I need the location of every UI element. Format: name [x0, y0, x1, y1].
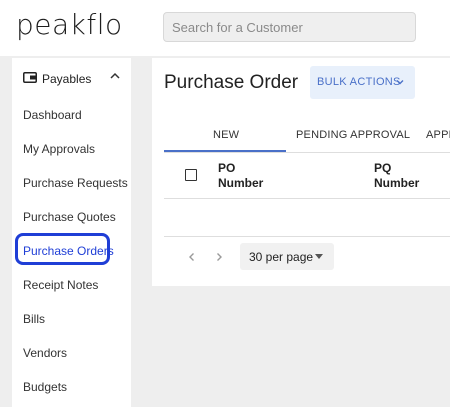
- previous-page-icon[interactable]: [185, 250, 199, 264]
- search-input[interactable]: [164, 13, 431, 41]
- column-header-pq-number[interactable]: PQ Number: [374, 161, 419, 191]
- per-page-value: 30 per page: [249, 250, 314, 264]
- page-title: Purchase Order: [164, 72, 299, 93]
- tab-new[interactable]: NEW: [213, 129, 239, 141]
- sidebar-item-budgets[interactable]: Budgets: [23, 380, 67, 394]
- sidebar-item-receipt-notes[interactable]: Receipt Notes: [23, 278, 98, 292]
- sidebar-item-my-approvals[interactable]: My Approvals: [23, 142, 95, 156]
- next-page-icon[interactable]: [212, 250, 226, 264]
- column-header-label: PQ: [374, 161, 392, 175]
- select-all-checkbox[interactable]: [185, 169, 197, 181]
- per-page-select[interactable]: 30 per page: [240, 243, 334, 270]
- column-header-label: Number: [374, 176, 420, 190]
- sidebar-section-label: Payables: [42, 72, 92, 86]
- chevron-down-icon: [396, 80, 404, 85]
- column-header-label: PO: [218, 161, 236, 175]
- active-tab-indicator: [164, 150, 286, 152]
- bulk-actions-button[interactable]: BULK ACTIONS: [310, 66, 415, 99]
- table-header: PO Number PQ Number: [164, 154, 450, 199]
- column-header-label: Number: [218, 176, 264, 190]
- top-bar: peakflo: [0, 0, 450, 56]
- sidebar: Payables Dashboard My Approvals Purchase…: [12, 58, 131, 407]
- caret-down-icon: [315, 254, 323, 259]
- sidebar-item-vendors[interactable]: Vendors: [23, 346, 67, 360]
- main-panel: Purchase Order BULK ACTIONS NEW PENDING …: [152, 58, 450, 286]
- column-header-po-number[interactable]: PO Number: [218, 161, 263, 191]
- sidebar-item-purchase-quotes[interactable]: Purchase Quotes: [23, 210, 116, 224]
- sidebar-section-payables[interactable]: Payables: [12, 68, 131, 90]
- tab-pending-approval[interactable]: PENDING APPROVAL: [296, 129, 410, 141]
- app-logo[interactable]: peakflo: [16, 8, 123, 41]
- bulk-actions-label: BULK ACTIONS: [317, 76, 401, 88]
- customer-search[interactable]: [163, 12, 431, 42]
- sidebar-item-purchase-requests[interactable]: Purchase Requests: [23, 176, 128, 190]
- tab-approved[interactable]: APPR: [426, 129, 450, 141]
- sidebar-item-dashboard[interactable]: Dashboard: [23, 108, 82, 122]
- chevron-up-icon[interactable]: [109, 70, 121, 82]
- sidebar-item-bills[interactable]: Bills: [23, 312, 45, 326]
- pagination: 30 per page: [164, 236, 450, 287]
- payables-icon: [23, 72, 37, 83]
- sidebar-item-purchase-orders[interactable]: Purchase Orders: [23, 244, 114, 258]
- status-tabs: NEW PENDING APPROVAL APPR: [164, 122, 450, 153]
